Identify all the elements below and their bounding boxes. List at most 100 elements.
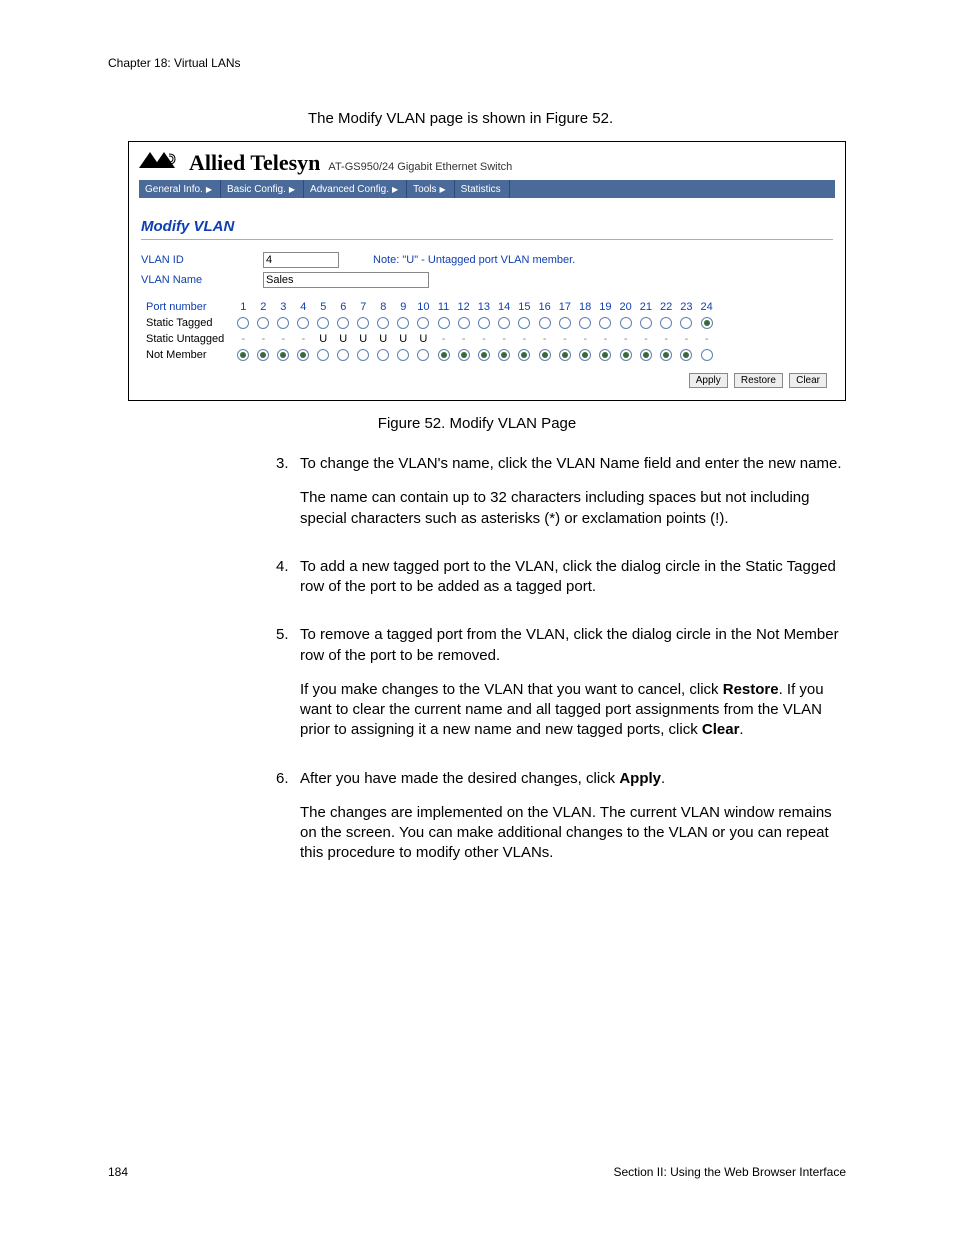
tagged-cell[interactable] <box>374 316 392 330</box>
tagged-cell[interactable] <box>254 316 272 330</box>
not-member-radio[interactable] <box>317 349 329 361</box>
not-member-cell[interactable] <box>596 348 614 362</box>
tagged-radio[interactable] <box>458 317 470 329</box>
menu-tools[interactable]: Tools▶ <box>407 180 455 198</box>
menu-advanced-config[interactable]: Advanced Config.▶ <box>304 180 407 198</box>
not-member-cell[interactable] <box>294 348 312 362</box>
not-member-radio[interactable] <box>478 349 490 361</box>
tagged-cell[interactable] <box>274 316 292 330</box>
not-member-radio[interactable] <box>599 349 611 361</box>
tagged-radio[interactable] <box>297 317 309 329</box>
vlan-id-input[interactable] <box>263 252 339 268</box>
tagged-cell[interactable] <box>515 316 533 330</box>
tagged-cell[interactable] <box>617 316 635 330</box>
tagged-cell[interactable] <box>495 316 513 330</box>
restore-button[interactable]: Restore <box>734 373 783 388</box>
not-member-cell[interactable] <box>556 348 574 362</box>
clear-button[interactable]: Clear <box>789 373 827 388</box>
not-member-cell[interactable] <box>657 348 675 362</box>
not-member-radio[interactable] <box>417 349 429 361</box>
tagged-cell[interactable] <box>596 316 614 330</box>
not-member-cell[interactable] <box>455 348 473 362</box>
tagged-radio[interactable] <box>579 317 591 329</box>
tagged-radio[interactable] <box>397 317 409 329</box>
tagged-radio[interactable] <box>377 317 389 329</box>
tagged-cell[interactable] <box>698 316 716 330</box>
not-member-radio[interactable] <box>257 349 269 361</box>
vlan-name-input[interactable] <box>263 272 429 288</box>
tagged-radio[interactable] <box>539 317 551 329</box>
not-member-cell[interactable] <box>394 348 412 362</box>
tagged-radio[interactable] <box>317 317 329 329</box>
not-member-cell[interactable] <box>536 348 554 362</box>
not-member-cell[interactable] <box>475 348 493 362</box>
not-member-radio[interactable] <box>498 349 510 361</box>
not-member-radio[interactable] <box>337 349 349 361</box>
tagged-cell[interactable] <box>677 316 695 330</box>
not-member-cell[interactable] <box>637 348 655 362</box>
not-member-cell[interactable] <box>515 348 533 362</box>
tagged-cell[interactable] <box>637 316 655 330</box>
not-member-cell[interactable] <box>274 348 292 362</box>
tagged-radio[interactable] <box>257 317 269 329</box>
not-member-radio[interactable] <box>559 349 571 361</box>
menu-general-info[interactable]: General Info.▶ <box>139 180 221 198</box>
not-member-radio[interactable] <box>357 349 369 361</box>
tagged-cell[interactable] <box>314 316 332 330</box>
not-member-cell[interactable] <box>314 348 332 362</box>
tagged-radio[interactable] <box>277 317 289 329</box>
tagged-cell[interactable] <box>394 316 412 330</box>
not-member-cell[interactable] <box>495 348 513 362</box>
tagged-cell[interactable] <box>354 316 372 330</box>
tagged-radio[interactable] <box>640 317 652 329</box>
not-member-radio[interactable] <box>680 349 692 361</box>
tagged-cell[interactable] <box>234 316 252 330</box>
apply-button[interactable]: Apply <box>689 373 728 388</box>
tagged-cell[interactable] <box>556 316 574 330</box>
not-member-radio[interactable] <box>397 349 409 361</box>
not-member-radio[interactable] <box>438 349 450 361</box>
tagged-radio[interactable] <box>417 317 429 329</box>
tagged-cell[interactable] <box>294 316 312 330</box>
not-member-cell[interactable] <box>698 348 716 362</box>
not-member-cell[interactable] <box>254 348 272 362</box>
not-member-radio[interactable] <box>297 349 309 361</box>
tagged-radio[interactable] <box>701 317 713 329</box>
tagged-cell[interactable] <box>414 316 432 330</box>
not-member-cell[interactable] <box>414 348 432 362</box>
tagged-radio[interactable] <box>660 317 672 329</box>
not-member-cell[interactable] <box>234 348 252 362</box>
not-member-radio[interactable] <box>237 349 249 361</box>
not-member-cell[interactable] <box>334 348 352 362</box>
not-member-cell[interactable] <box>374 348 392 362</box>
tagged-radio[interactable] <box>357 317 369 329</box>
tagged-cell[interactable] <box>455 316 473 330</box>
not-member-radio[interactable] <box>579 349 591 361</box>
tagged-cell[interactable] <box>536 316 554 330</box>
tagged-cell[interactable] <box>334 316 352 330</box>
tagged-radio[interactable] <box>498 317 510 329</box>
menu-basic-config[interactable]: Basic Config.▶ <box>221 180 304 198</box>
not-member-radio[interactable] <box>539 349 551 361</box>
not-member-radio[interactable] <box>458 349 470 361</box>
tagged-radio[interactable] <box>518 317 530 329</box>
tagged-cell[interactable] <box>435 316 453 330</box>
menu-statistics[interactable]: Statistics <box>455 180 510 198</box>
tagged-radio[interactable] <box>620 317 632 329</box>
not-member-radio[interactable] <box>518 349 530 361</box>
not-member-radio[interactable] <box>701 349 713 361</box>
not-member-radio[interactable] <box>660 349 672 361</box>
tagged-radio[interactable] <box>438 317 450 329</box>
not-member-cell[interactable] <box>576 348 594 362</box>
tagged-cell[interactable] <box>657 316 675 330</box>
not-member-radio[interactable] <box>377 349 389 361</box>
tagged-cell[interactable] <box>576 316 594 330</box>
not-member-cell[interactable] <box>617 348 635 362</box>
not-member-radio[interactable] <box>640 349 652 361</box>
tagged-cell[interactable] <box>475 316 493 330</box>
tagged-radio[interactable] <box>599 317 611 329</box>
tagged-radio[interactable] <box>237 317 249 329</box>
not-member-radio[interactable] <box>620 349 632 361</box>
tagged-radio[interactable] <box>559 317 571 329</box>
tagged-radio[interactable] <box>478 317 490 329</box>
